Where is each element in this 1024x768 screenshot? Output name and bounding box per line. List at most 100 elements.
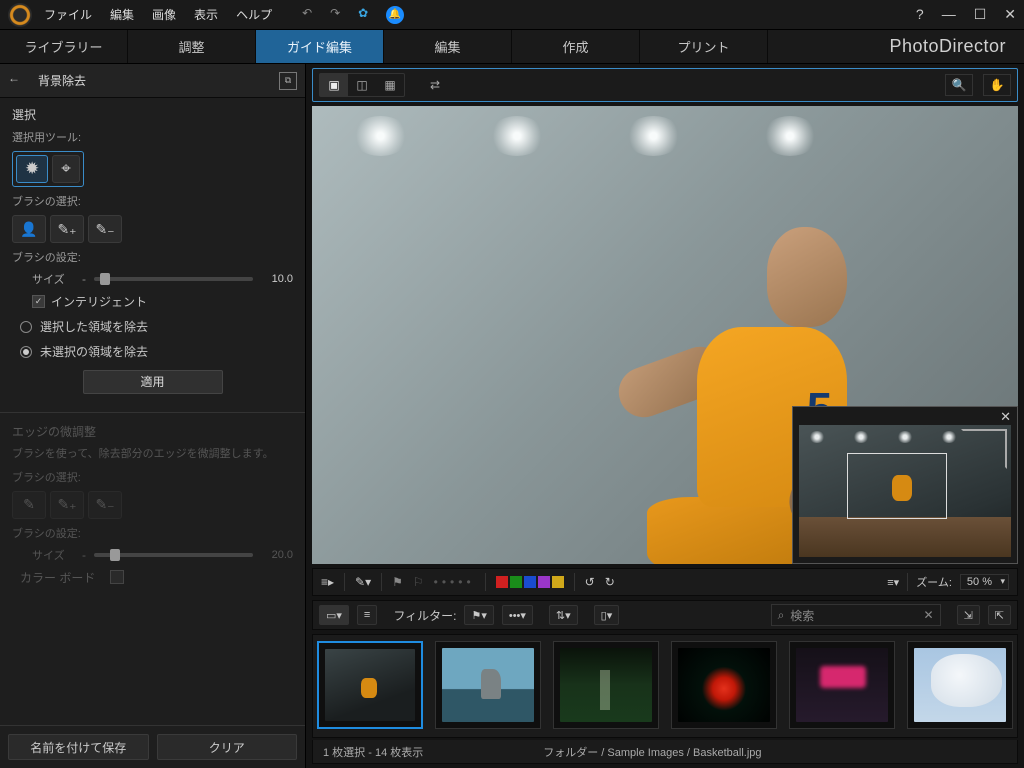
person-brush[interactable]: 👤 bbox=[12, 215, 46, 243]
lasso-tool[interactable]: ⌖ bbox=[52, 155, 80, 183]
radio-remove-selected[interactable] bbox=[20, 321, 32, 333]
clear-button[interactable]: クリア bbox=[157, 734, 298, 760]
search-input[interactable]: ⌕ 検索 ✕ bbox=[771, 604, 941, 626]
search-clear-icon[interactable]: ✕ bbox=[924, 608, 934, 622]
subtract-brush[interactable]: ✎₋ bbox=[88, 215, 122, 243]
color-chip[interactable] bbox=[552, 576, 564, 588]
status-bar: 1 枚選択 - 14 枚表示 フォルダー / Sample Images / B… bbox=[312, 740, 1018, 764]
intelligent-checkbox[interactable]: ✓ bbox=[32, 295, 45, 308]
list-view-icon[interactable]: ≡ bbox=[357, 605, 377, 625]
mode-tabs: ライブラリー 調整 ガイド編集 編集 作成 プリント PhotoDirector bbox=[0, 30, 1024, 64]
sort-dropdown[interactable]: ⇅▾ bbox=[549, 605, 578, 625]
filter-rating-dropdown[interactable]: •••▾ bbox=[502, 605, 533, 625]
collapse-filmstrip-icon[interactable]: ≡▾ bbox=[887, 576, 899, 589]
color-chip[interactable] bbox=[510, 576, 522, 588]
stack-dropdown[interactable]: ▯▾ bbox=[594, 605, 620, 625]
flag-icon[interactable]: ⚑ bbox=[392, 575, 403, 589]
navigator-close-icon[interactable]: ✕ bbox=[1000, 409, 1011, 425]
menu-help[interactable]: ヘルプ bbox=[236, 6, 272, 23]
label-remove-selected: 選択した領域を除去 bbox=[40, 318, 148, 335]
maximize-icon[interactable]: ☐ bbox=[974, 6, 987, 23]
color-board-swatch bbox=[110, 570, 124, 584]
canvas-toolbar: ≡▸ ✎▾ ⚑ ⚐ ••••• ↺ ↻ ≡▾ ズーム: 50 % bbox=[312, 568, 1018, 596]
size-label: サイズ bbox=[32, 271, 74, 287]
back-arrow-icon[interactable]: ← bbox=[8, 71, 28, 91]
edge-brush-select-label: ブラシの選択: bbox=[12, 469, 293, 485]
thumb-leaf[interactable] bbox=[671, 641, 777, 729]
menu-image[interactable]: 画像 bbox=[152, 6, 176, 23]
filmstrip[interactable] bbox=[312, 634, 1018, 738]
view-split-icon[interactable]: ◫ bbox=[348, 74, 376, 96]
navigator-panel[interactable]: ✕ bbox=[792, 406, 1018, 564]
menu-view[interactable]: 表示 bbox=[194, 6, 218, 23]
search-icon: ⌕ bbox=[778, 608, 785, 623]
tab-library[interactable]: ライブラリー bbox=[0, 30, 128, 63]
help-icon[interactable]: ? bbox=[916, 6, 924, 23]
minimize-icon[interactable]: — bbox=[942, 6, 956, 23]
edge-brush: ✎ bbox=[12, 491, 46, 519]
filter-label: フィルター: bbox=[393, 607, 456, 624]
view-single-icon[interactable]: ▣ bbox=[320, 74, 348, 96]
color-labels[interactable] bbox=[496, 576, 564, 588]
menu-file[interactable]: ファイル bbox=[44, 6, 92, 23]
notification-icon[interactable]: 🔔 bbox=[386, 6, 404, 24]
panel-header: ← 背景除去 ⧉ bbox=[0, 64, 305, 98]
thumb-basketball[interactable] bbox=[317, 641, 423, 729]
size-slider[interactable] bbox=[94, 277, 253, 281]
thumb-neon[interactable] bbox=[789, 641, 895, 729]
thumb-sailboat[interactable] bbox=[435, 641, 541, 729]
filter-bar: ▭▾ ≡ フィルター: ⚑▾ •••▾ ⇅▾ ▯▾ ⌕ 検索 ✕ ⇲ ⇱ bbox=[312, 600, 1018, 630]
eyedropper-icon[interactable]: ✎▾ bbox=[355, 575, 371, 589]
label-brush-select: ブラシの選択: bbox=[12, 193, 293, 209]
thumb-forest[interactable] bbox=[553, 641, 659, 729]
tab-create[interactable]: 作成 bbox=[512, 30, 640, 63]
smart-brush-tool[interactable]: ✹ bbox=[16, 155, 48, 183]
save-as-button[interactable]: 名前を付けて保存 bbox=[8, 734, 149, 760]
label-brush-settings: ブラシの設定: bbox=[12, 249, 293, 265]
settings-icon[interactable]: ✿ bbox=[358, 6, 376, 24]
close-icon[interactable]: ✕ bbox=[1004, 6, 1016, 23]
view-mirror-icon[interactable]: ⇄ bbox=[421, 74, 449, 96]
edge-size-slider bbox=[94, 553, 253, 557]
history-icon[interactable]: ≡▸ bbox=[321, 575, 334, 589]
rotate-ccw-icon[interactable]: ↺ bbox=[585, 575, 595, 589]
add-brush[interactable]: ✎₊ bbox=[50, 215, 84, 243]
view-grid-icon[interactable]: ▦ bbox=[376, 74, 404, 96]
popout-icon[interactable]: ⧉ bbox=[279, 72, 297, 90]
zoom-tool-icon[interactable]: 🔍 bbox=[945, 74, 973, 96]
pan-tool-icon[interactable]: ✋ bbox=[983, 74, 1011, 96]
thumb-clouds[interactable] bbox=[907, 641, 1013, 729]
label-selection-tool: 選択用ツール: bbox=[12, 129, 293, 145]
color-board-label: カラー ボード bbox=[20, 569, 96, 586]
canvas[interactable]: 5 ✕ bbox=[312, 106, 1018, 564]
section-selection: 選択 bbox=[12, 106, 293, 123]
export-icon[interactable]: ⇲ bbox=[957, 605, 980, 625]
share-icon[interactable]: ⇱ bbox=[988, 605, 1011, 625]
flag-off-icon[interactable]: ⚐ bbox=[413, 575, 424, 589]
side-panel: ← 背景除去 ⧉ 選択 選択用ツール: ✹ ⌖ ブラシの選択: 👤 ✎₊ ✎₋ … bbox=[0, 64, 306, 768]
thumb-view-icon[interactable]: ▭▾ bbox=[319, 605, 349, 625]
tab-edit[interactable]: 編集 bbox=[384, 30, 512, 63]
tab-print[interactable]: プリント bbox=[640, 30, 768, 63]
rating-dots[interactable]: ••••• bbox=[434, 575, 475, 589]
radio-remove-unselected[interactable] bbox=[20, 346, 32, 358]
tab-adjustment[interactable]: 調整 bbox=[128, 30, 256, 63]
apply-button[interactable]: 適用 bbox=[83, 370, 223, 394]
menu-edit[interactable]: 編集 bbox=[110, 6, 134, 23]
titlebar: ファイル 編集 画像 表示 ヘルプ ↶ ↷ ✿ 🔔 ? — ☐ ✕ bbox=[0, 0, 1024, 30]
color-chip[interactable] bbox=[538, 576, 550, 588]
edge-sub-brush: ✎₋ bbox=[88, 491, 122, 519]
tab-guided[interactable]: ガイド編集 bbox=[256, 30, 384, 63]
zoom-dropdown[interactable]: 50 % bbox=[960, 574, 1009, 590]
color-chip[interactable] bbox=[524, 576, 536, 588]
zoom-label: ズーム: bbox=[916, 574, 952, 590]
edge-brush-settings-label: ブラシの設定: bbox=[12, 525, 293, 541]
search-placeholder: 検索 bbox=[790, 607, 814, 624]
redo-icon[interactable]: ↷ bbox=[330, 6, 348, 24]
view-toolbar: ▣ ◫ ▦ ⇄ 🔍 ✋ bbox=[312, 68, 1018, 102]
navigator-viewport[interactable] bbox=[847, 453, 947, 519]
filter-flag-dropdown[interactable]: ⚑▾ bbox=[464, 605, 493, 625]
undo-icon[interactable]: ↶ bbox=[302, 6, 320, 24]
color-chip[interactable] bbox=[496, 576, 508, 588]
rotate-cw-icon[interactable]: ↻ bbox=[605, 575, 615, 589]
